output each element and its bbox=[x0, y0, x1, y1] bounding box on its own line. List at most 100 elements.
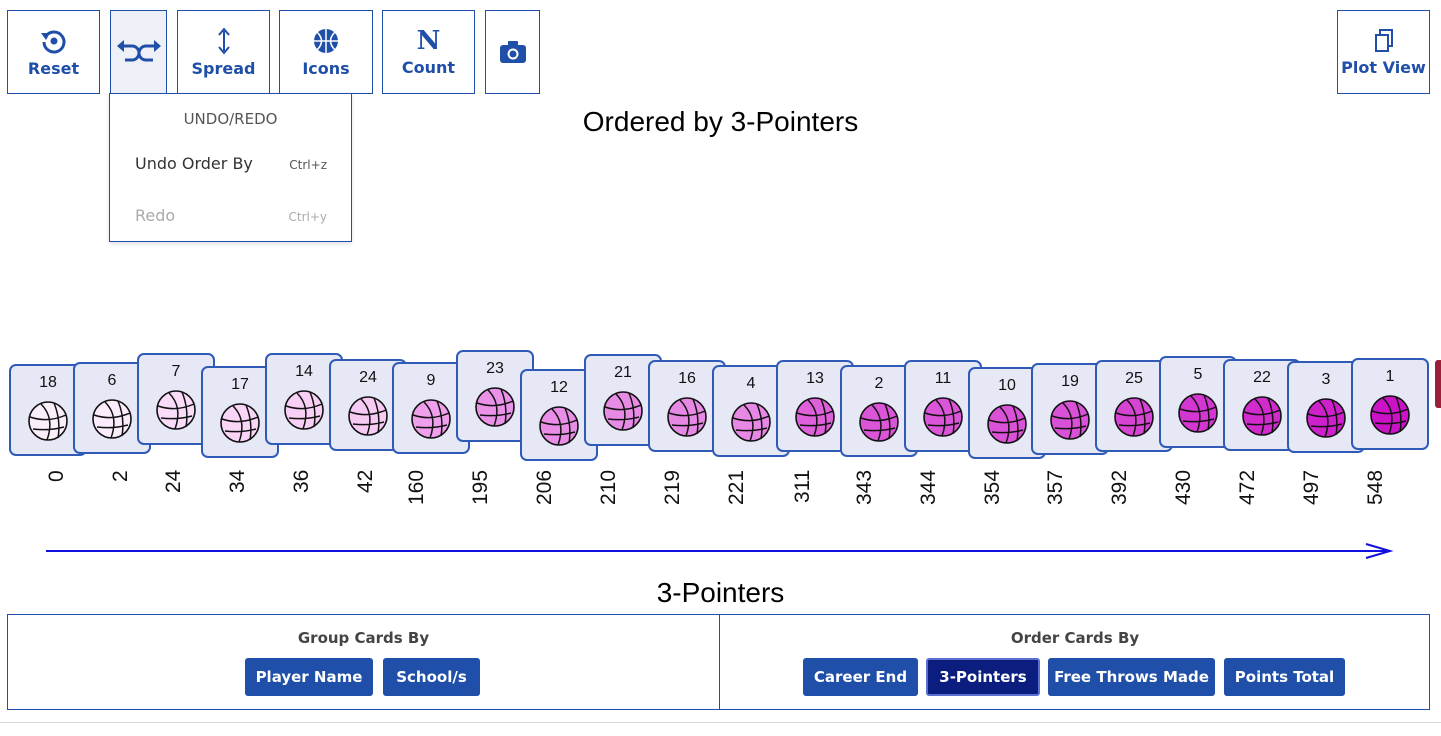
axis-tick-label: 497 bbox=[1300, 470, 1335, 505]
axis-tick-label: 34 bbox=[225, 469, 249, 493]
axis-label: 3-Pointers bbox=[656, 577, 785, 608]
plot-view-label: Plot View bbox=[1341, 57, 1426, 77]
axis-arrow bbox=[46, 543, 1394, 559]
spread-label: Spread bbox=[191, 58, 256, 78]
axis-tick-label: 160 bbox=[405, 470, 440, 505]
group-player-name-button[interactable]: Player Name bbox=[245, 658, 373, 696]
redo-menu-item[interactable]: Redo Ctrl+y bbox=[110, 198, 351, 234]
spread-icon bbox=[217, 26, 230, 55]
basketball-icon bbox=[1050, 400, 1090, 440]
icons-label: Icons bbox=[302, 58, 350, 78]
axis-tick-label: 42 bbox=[353, 469, 377, 493]
basketball-icon bbox=[1370, 395, 1410, 435]
axis-tick-text: 195 bbox=[468, 469, 492, 505]
axis-tick-text: 354 bbox=[980, 469, 1004, 505]
axis-tick-label: 430 bbox=[1172, 470, 1207, 505]
basketball-icon bbox=[475, 387, 515, 427]
basketball-icon bbox=[411, 399, 451, 439]
undo-shortcut: Ctrl+z bbox=[289, 158, 327, 172]
axis-tick-label: 0 bbox=[37, 470, 68, 490]
basketball-icon bbox=[220, 403, 260, 443]
basketball-icon bbox=[156, 390, 196, 430]
basketball-icon bbox=[539, 406, 579, 446]
redo-menu-label: Redo bbox=[135, 206, 176, 225]
axis-tick-label: 357 bbox=[1044, 470, 1079, 505]
basketball-icon bbox=[603, 391, 643, 431]
axis-tick-label: 548 bbox=[1364, 470, 1399, 505]
order-cards-heading: Order Cards By bbox=[1010, 629, 1140, 647]
axis-tick-text: 343 bbox=[852, 469, 876, 505]
side-tab[interactable] bbox=[1435, 360, 1441, 408]
basketball-icon bbox=[859, 402, 899, 442]
axis-tick-label: 206 bbox=[533, 470, 568, 505]
axis-tick-text: 0 bbox=[45, 470, 69, 482]
page-bottom-border bbox=[0, 722, 1441, 723]
control-panel: Group Cards By Player Name School/s Orde… bbox=[7, 614, 1430, 710]
undo-menu-label: Undo Order By bbox=[135, 154, 253, 173]
screenshot-button[interactable] bbox=[485, 10, 540, 94]
axis-tick-text: 357 bbox=[1043, 469, 1067, 505]
axis-tick-text: 2 bbox=[109, 470, 133, 482]
axis-tick-label: 344 bbox=[917, 470, 952, 505]
card-number: 1 bbox=[1385, 368, 1395, 385]
axis-tick-label: 219 bbox=[661, 470, 696, 505]
plot-view-button[interactable]: Plot View bbox=[1337, 10, 1430, 94]
basketball-icon bbox=[667, 397, 707, 437]
spread-button[interactable]: Spread bbox=[177, 10, 270, 94]
order-3-pointers-button[interactable]: 3-Pointers bbox=[926, 658, 1040, 696]
basketball-icon bbox=[1114, 397, 1154, 437]
axis-tick-label: 472 bbox=[1236, 470, 1271, 505]
axis-tick-text: 548 bbox=[1363, 469, 1387, 505]
player-card[interactable]: 1 bbox=[1351, 358, 1429, 450]
order-free-throws-button[interactable]: Free Throws Made bbox=[1048, 658, 1215, 696]
axis-tick-text: 206 bbox=[532, 469, 556, 505]
undo-redo-icon bbox=[116, 40, 161, 62]
basketball-icon bbox=[314, 28, 338, 53]
axis-tick-label: 24 bbox=[161, 469, 185, 493]
axis-tick-label: 2 bbox=[101, 470, 132, 490]
redo-shortcut: Ctrl+y bbox=[288, 210, 327, 224]
plot-title: Ordered by 3-Pointers bbox=[582, 106, 859, 137]
icons-button[interactable]: Icons bbox=[279, 10, 373, 94]
reset-label: Reset bbox=[27, 58, 80, 78]
axis-tick-label: 221 bbox=[725, 470, 760, 505]
count-icon: N bbox=[416, 25, 441, 56]
basketball-icon bbox=[92, 399, 132, 439]
axis-tick-label: 354 bbox=[981, 470, 1016, 505]
axis-tick-label: 36 bbox=[289, 469, 313, 493]
basketball-icon bbox=[1242, 396, 1282, 436]
axis-tick-text: 36 bbox=[289, 469, 313, 493]
basketball-icon bbox=[1306, 398, 1346, 438]
undo-menu-item[interactable]: Undo Order By Ctrl+z bbox=[110, 146, 351, 182]
axis-tick-text: 392 bbox=[1107, 469, 1131, 505]
order-points-total-button[interactable]: Points Total bbox=[1224, 658, 1345, 696]
axis-tick-text: 344 bbox=[916, 469, 940, 505]
count-button[interactable]: N Count bbox=[382, 10, 475, 94]
basketball-icon bbox=[348, 396, 388, 436]
axis-tick-label: 195 bbox=[469, 470, 504, 505]
axis-tick-text: 160 bbox=[404, 469, 428, 505]
basketball-icon bbox=[795, 397, 835, 437]
axis-tick-text: 472 bbox=[1235, 469, 1259, 505]
group-schools-button[interactable]: School/s bbox=[383, 658, 480, 696]
basketball-icon bbox=[923, 397, 963, 437]
axis-tick-text: 24 bbox=[161, 469, 185, 493]
undo-redo-button[interactable] bbox=[110, 10, 167, 94]
axis-tick-label: 210 bbox=[597, 470, 632, 505]
axis-tick-text: 311 bbox=[790, 469, 814, 503]
basketball-icon bbox=[28, 401, 68, 441]
axis-tick-text: 42 bbox=[353, 469, 377, 493]
reset-icon bbox=[40, 30, 65, 53]
order-career-end-button[interactable]: Career End bbox=[803, 658, 918, 696]
group-cards-heading: Group Cards By bbox=[297, 629, 430, 647]
basketball-icon bbox=[1178, 393, 1218, 433]
axis-tick-text: 34 bbox=[225, 469, 249, 493]
axis-tick-text: 219 bbox=[660, 469, 684, 505]
axis-tick-label: 311 bbox=[791, 470, 824, 503]
count-label: Count bbox=[401, 57, 456, 77]
axis-tick-text: 430 bbox=[1171, 469, 1195, 505]
reset-button[interactable]: Reset bbox=[7, 10, 100, 94]
axis-tick-text: 497 bbox=[1299, 469, 1323, 505]
axis-tick-label: 392 bbox=[1108, 470, 1143, 505]
axis-tick-label: 343 bbox=[853, 470, 888, 505]
